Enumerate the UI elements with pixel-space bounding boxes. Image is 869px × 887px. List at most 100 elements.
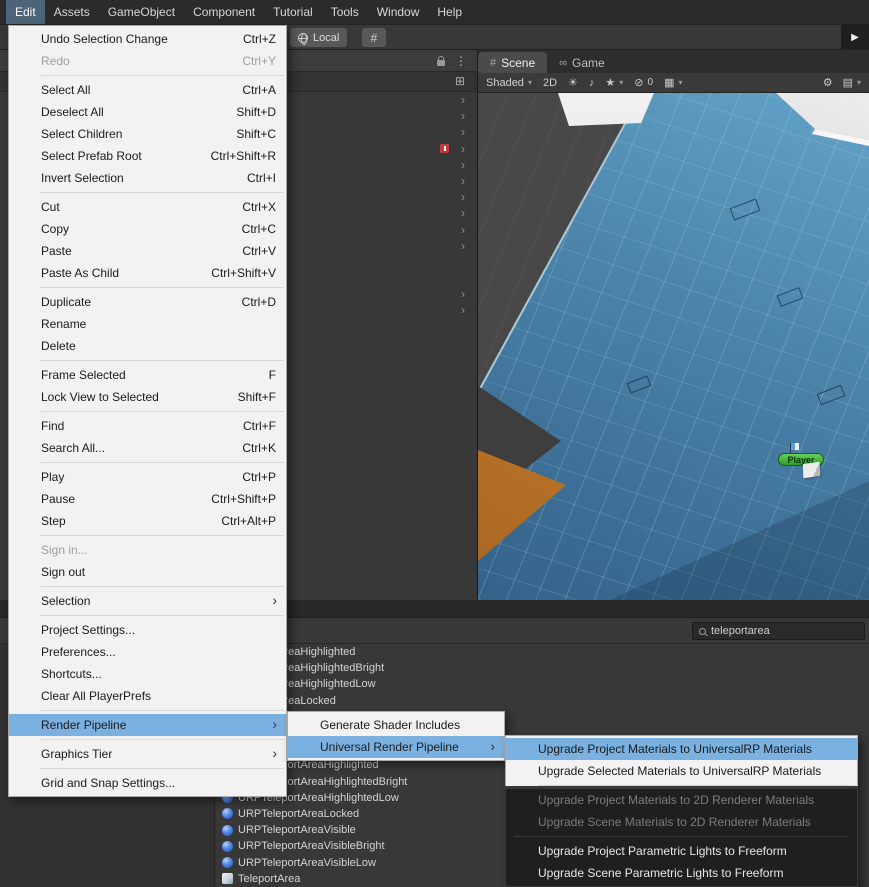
asset-row[interactable]: TeleportAreaHighlightedBright [216, 660, 869, 676]
menu-item-lock-view-to-selected[interactable]: Lock View to SelectedShift+F [9, 386, 286, 408]
menu-item-label: Shortcuts... [41, 667, 276, 681]
asset-row[interactable]: TeleportAreaLocked [216, 693, 869, 709]
overlays-icon[interactable]: ▤▾ [843, 76, 861, 89]
menu-item-step[interactable]: StepCtrl+Alt+P [9, 510, 286, 532]
menu-item-label: Pause [41, 492, 189, 506]
menu-item-frame-selected[interactable]: Frame SelectedF [9, 364, 286, 386]
menubar-item-gameobject[interactable]: GameObject [99, 0, 184, 24]
menu-item-select-children[interactable]: Select ChildrenShift+C [9, 123, 286, 145]
pivot-local-button[interactable]: Local [290, 28, 347, 47]
menu-item-project-settings[interactable]: Project Settings... [9, 619, 286, 641]
menu-item-upgrade-project-materials-to-universalrp-materials[interactable]: Upgrade Project Materials to UniversalRP… [506, 738, 857, 760]
prefab-open-arrow-icon[interactable]: › [461, 190, 465, 204]
hidden-objects-icon[interactable]: ⊘0 [634, 76, 653, 89]
menu-item-play[interactable]: PlayCtrl+P [9, 466, 286, 488]
lighting-icon[interactable]: ☀ [568, 76, 578, 89]
menu-item-label: Upgrade Project Materials to 2D Renderer… [538, 793, 847, 807]
menu-item-undo-selection-change[interactable]: Undo Selection ChangeCtrl+Z [9, 28, 286, 50]
prefab-open-arrow-icon[interactable]: › [461, 174, 465, 188]
menu-item-upgrade-selected-materials-to-universalrp-materials[interactable]: Upgrade Selected Materials to UniversalR… [506, 760, 857, 782]
lock-icon[interactable] [437, 60, 445, 66]
menu-item-invert-selection[interactable]: Invert SelectionCtrl+I [9, 167, 286, 189]
menubar-item-tutorial[interactable]: Tutorial [264, 0, 322, 24]
menu-item-generate-shader-includes[interactable]: Generate Shader Includes [288, 714, 504, 736]
2d-toggle[interactable]: 2D [543, 77, 557, 89]
menu-item-delete[interactable]: Delete [9, 335, 286, 357]
menubar-item-window[interactable]: Window [368, 0, 429, 24]
menu-separator [41, 535, 284, 536]
menu-item-select-prefab-root[interactable]: Select Prefab Root Ctrl+Shift+R [9, 145, 286, 167]
menubar-item-assets[interactable]: Assets [45, 0, 99, 24]
menu-item-upgrade-project-parametric-lights-to-freeform[interactable]: Upgrade Project Parametric Lights to Fre… [506, 840, 857, 862]
menubar-item-component[interactable]: Component [184, 0, 264, 24]
effects-icon[interactable]: ★▾ [605, 76, 623, 89]
menu-item-select-all[interactable]: Select AllCtrl+A [9, 79, 286, 101]
project-search-input[interactable]: teleportarea [692, 622, 865, 640]
scene-toolbar: Shaded ▾ 2D ☀ ♪ ★▾ ⊘0 ▦▾ ⚙ ▤▾ [478, 73, 869, 93]
menu-shortcut: Ctrl+Shift+R [211, 149, 276, 163]
menu-item-paste[interactable]: PasteCtrl+V [9, 240, 286, 262]
tab-game[interactable]: ∞Game [547, 52, 617, 73]
menu-item-search-all[interactable]: Search All...Ctrl+K [9, 437, 286, 459]
player-gameobject[interactable]: Player [778, 443, 842, 485]
dropdown-arrow-icon: ▾ [619, 78, 623, 87]
menu-item-clear-all-playerprefs[interactable]: Clear All PlayerPrefs [9, 685, 286, 707]
menu-item-graphics-tier[interactable]: Graphics Tier› [9, 743, 286, 765]
menu-item-render-pipeline[interactable]: Render Pipeline› [9, 714, 286, 736]
audio-icon[interactable]: ♪ [589, 77, 595, 89]
asset-row[interactable]: TeleportAreaHighlightedLow [216, 676, 869, 692]
menu-item-preferences[interactable]: Preferences... [9, 641, 286, 663]
scene-panel: #Scene∞Game Shaded ▾ 2D ☀ ♪ ★▾ ⊘0 ▦▾ ⚙ ▤▾ [478, 50, 869, 600]
menu-item-upgrade-scene-parametric-lights-to-freeform[interactable]: Upgrade Scene Parametric Lights to Freef… [506, 862, 857, 884]
lighting-icon-glyph: ☀ [568, 76, 578, 89]
prefab-open-arrow-icon[interactable]: › [461, 223, 465, 237]
scene-picker-icon[interactable]: ⊞ [455, 74, 465, 88]
menu-item-selection[interactable]: Selection› [9, 590, 286, 612]
menu-shortcut: Ctrl+X [242, 200, 276, 214]
grid-visibility-icon[interactable]: ▦▾ [664, 76, 682, 89]
prefab-open-arrow-icon[interactable]: › [461, 206, 465, 220]
menu-item-label: Paste [41, 244, 220, 258]
tab-scene[interactable]: #Scene [478, 52, 547, 73]
prefab-open-arrow-icon[interactable]: › [461, 93, 465, 107]
menu-separator [41, 411, 284, 412]
menu-shortcut: Ctrl+P [242, 470, 276, 484]
menu-item-rename[interactable]: Rename [9, 313, 286, 335]
prefab-open-arrow-icon[interactable]: › [461, 158, 465, 172]
menu-item-universal-render-pipeline[interactable]: Universal Render Pipeline› [288, 736, 504, 758]
menu-item-label: Undo Selection Change [41, 32, 221, 46]
menu-item-label: Select Prefab Root [41, 149, 189, 163]
material-icon [222, 857, 233, 868]
menu-item-cut[interactable]: CutCtrl+X [9, 196, 286, 218]
prefab-open-arrow-icon[interactable]: › [461, 303, 465, 317]
menu-item-shortcuts[interactable]: Shortcuts... [9, 663, 286, 685]
menubar-item-help[interactable]: Help [428, 0, 471, 24]
prefab-open-arrow-icon[interactable]: › [461, 287, 465, 301]
menu-item-grid-and-snap-settings[interactable]: Grid and Snap Settings... [9, 772, 286, 794]
menu-separator [41, 75, 284, 76]
menubar-item-tools[interactable]: Tools [322, 0, 368, 24]
menu-item-sign-out[interactable]: Sign out [9, 561, 286, 583]
menubar-item-edit[interactable]: Edit [6, 0, 45, 24]
prefab-open-arrow-icon[interactable]: › [461, 109, 465, 123]
menu-item-copy[interactable]: CopyCtrl+C [9, 218, 286, 240]
menu-item-paste-as-child[interactable]: Paste As ChildCtrl+Shift+V [9, 262, 286, 284]
prefab-open-arrow-icon[interactable]: › [461, 125, 465, 139]
prefab-open-arrow-icon[interactable]: › [461, 142, 465, 156]
grid-snap-button[interactable]: # [362, 28, 386, 47]
prefab-open-arrow-icon[interactable]: › [461, 239, 465, 253]
menu-item-find[interactable]: FindCtrl+F [9, 415, 286, 437]
menu-item-pause[interactable]: PauseCtrl+Shift+P [9, 488, 286, 510]
menu-item-upgrade-scene-materials-to-2d-renderer-materials: Upgrade Scene Materials to 2D Renderer M… [506, 811, 857, 833]
menu-separator [41, 360, 284, 361]
kebab-menu-icon[interactable]: ⋮ [455, 54, 467, 68]
menu-item-duplicate[interactable]: DuplicateCtrl+D [9, 291, 286, 313]
shading-mode-dropdown[interactable]: Shaded ▾ [486, 77, 532, 89]
asset-row[interactable]: TeleportAreaHighlighted [216, 644, 869, 660]
scene-viewport[interactable]: Player [478, 93, 869, 600]
globe-icon [298, 33, 308, 43]
menu-item-deselect-all[interactable]: Deselect AllShift+D [9, 101, 286, 123]
play-button[interactable]: ▶ [841, 25, 869, 50]
menu-separator [538, 785, 855, 786]
tools-icon[interactable]: ⚙ [823, 76, 833, 89]
